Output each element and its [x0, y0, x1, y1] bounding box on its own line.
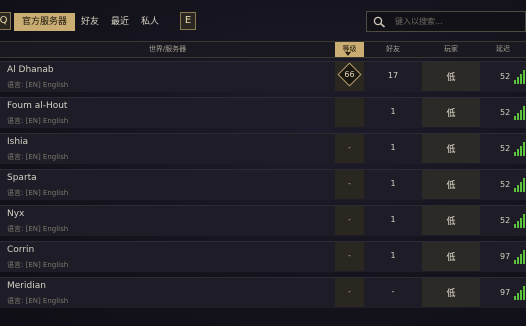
level-value: - [348, 215, 351, 224]
server-language: 语言: [EN] English [7, 117, 69, 125]
server-name: Al Dhanab [7, 65, 54, 75]
friends-count: 1 [390, 143, 396, 152]
server-tabs: 官方服务器 好友 最近 私人 [14, 13, 165, 31]
players-cell: 低 [422, 62, 480, 91]
players-cell: 低 [422, 206, 480, 235]
signal-bars-icon [514, 249, 526, 264]
ping-value: 52 [500, 108, 511, 117]
server-language: 语言: [EN] English [7, 225, 69, 233]
table-row[interactable]: Foum al-Hout 语言: [EN] English 1 低 52 [0, 97, 526, 128]
ping-value: 97 [500, 288, 511, 297]
server-name: Sparta [7, 173, 37, 183]
search-placeholder: 键入以搜索... [395, 17, 443, 26]
signal-bars-icon [514, 69, 526, 84]
players-value: 低 [446, 145, 456, 155]
level-cell [335, 98, 364, 127]
server-name: Corrin [7, 245, 35, 255]
players-cell: 低 [422, 170, 480, 199]
header-players[interactable]: 玩家 [422, 42, 480, 57]
server-name: Meridian [7, 281, 46, 291]
table-header: 世界/服务器 等级 好友 玩家 延迟 [0, 41, 526, 58]
friends-count: 17 [387, 71, 399, 80]
signal-bars-icon [514, 285, 526, 300]
level-cell: - [335, 134, 364, 163]
level-value: - [348, 287, 351, 296]
friends-count: 1 [390, 179, 396, 188]
level-cell: - [335, 170, 364, 199]
level-cell: - [335, 278, 364, 307]
table-row[interactable]: Ishia 语言: [EN] English - 1 低 52 [0, 133, 526, 164]
players-value: 低 [446, 217, 456, 227]
server-name: Foum al-Hout [7, 101, 68, 111]
friends-count: 1 [390, 107, 396, 116]
header-world[interactable]: 世界/服务器 [0, 42, 335, 57]
signal-bars-icon [514, 177, 526, 192]
server-name: Ishia [7, 137, 29, 147]
server-name: Nyx [7, 209, 25, 219]
tab-recent[interactable]: 最近 [105, 13, 135, 31]
table-row[interactable]: Nyx 语言: [EN] English - 1 低 52 [0, 205, 526, 236]
players-value: 低 [446, 73, 456, 83]
tab-private[interactable]: 私人 [135, 13, 165, 31]
level-value: - [348, 179, 351, 188]
tab-friends[interactable]: 好友 [75, 13, 105, 31]
server-language: 语言: [EN] English [7, 153, 69, 161]
level-value: - [348, 251, 351, 260]
top-bar: Q 官方服务器 好友 最近 私人 E 键入以搜索... [0, 0, 526, 40]
ping-value: 97 [500, 252, 511, 261]
players-cell: 低 [422, 278, 480, 307]
search-icon [373, 16, 385, 28]
players-cell: 低 [422, 242, 480, 271]
server-language: 语言: [EN] English [7, 189, 69, 197]
header-ping[interactable]: 延迟 [480, 42, 526, 57]
server-language: 语言: [EN] English [7, 81, 69, 89]
players-value: 低 [446, 109, 456, 119]
players-cell: 低 [422, 134, 480, 163]
players-value: 低 [446, 289, 456, 299]
tab-official-servers[interactable]: 官方服务器 [14, 13, 76, 31]
server-language: 语言: [EN] English [7, 261, 69, 269]
server-language: 语言: [EN] English [7, 297, 69, 305]
level-cell: - [335, 242, 364, 271]
table-row[interactable]: Meridian 语言: [EN] English - - 低 97 [0, 277, 526, 308]
players-value: 低 [446, 181, 456, 191]
ping-value: 52 [500, 180, 511, 189]
table-row[interactable]: Al Dhanab 语言: [EN] English 66 17 低 52 [0, 61, 526, 92]
ping-value: 52 [500, 144, 511, 153]
signal-bars-icon [514, 141, 526, 156]
level-value: 66 [344, 70, 355, 79]
sort-arrow-icon [345, 52, 351, 56]
friends-count: 1 [390, 215, 396, 224]
table-row[interactable]: Corrin 语言: [EN] English - 1 低 97 [0, 241, 526, 272]
players-value: 低 [446, 253, 456, 263]
signal-bars-icon [514, 213, 526, 228]
right-nav-button[interactable]: E [180, 12, 196, 30]
signal-bars-icon [514, 105, 526, 120]
friends-count: 1 [390, 251, 396, 260]
search-input[interactable]: 键入以搜索... [366, 11, 526, 32]
level-cell: - [335, 206, 364, 235]
players-cell: 低 [422, 98, 480, 127]
left-nav-button[interactable]: Q [0, 12, 11, 30]
ping-value: 52 [500, 72, 511, 81]
friends-count: - [391, 287, 395, 296]
level-cell: 66 [335, 62, 364, 91]
ping-value: 52 [500, 216, 511, 225]
header-friends[interactable]: 好友 [364, 42, 422, 57]
level-value: - [348, 143, 351, 152]
table-row[interactable]: Sparta 语言: [EN] English - 1 低 52 [0, 169, 526, 200]
